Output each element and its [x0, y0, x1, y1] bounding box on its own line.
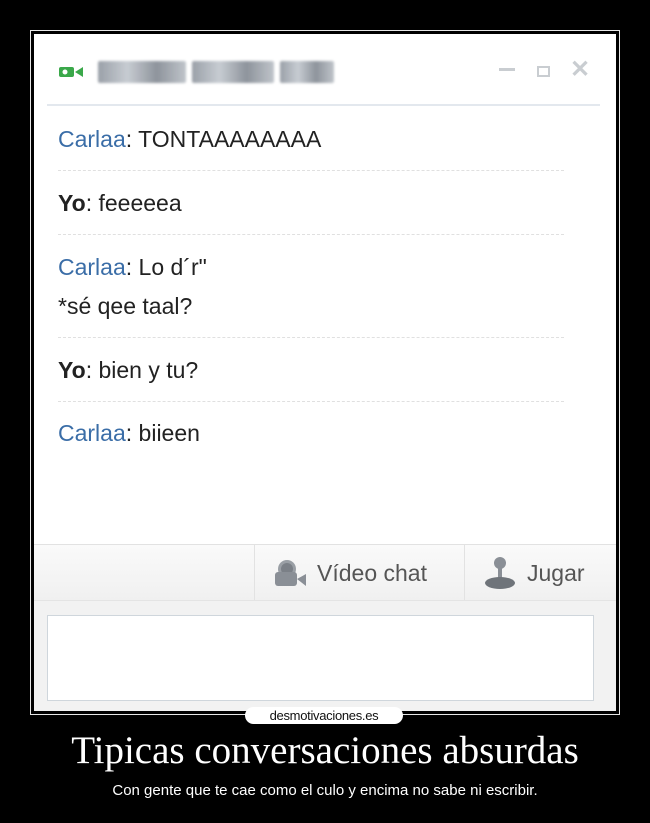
message-divider: [58, 170, 564, 171]
message-divider: [58, 337, 564, 338]
watermark-logo: desmotivaciones.es: [245, 707, 403, 724]
message-sender: Yo: [58, 190, 86, 216]
chat-message: Carlaa: Lo d´r": [58, 254, 207, 281]
message-input[interactable]: [47, 615, 594, 701]
chat-window: ✕ Carlaa: TONTAAAAAAAA Yo: feeeeea Carla…: [34, 34, 616, 711]
video-chat-label: Vídeo chat: [317, 559, 427, 586]
chat-titlebar: ✕: [34, 34, 616, 106]
close-icon[interactable]: ✕: [570, 58, 590, 82]
joystick-icon: [485, 557, 515, 589]
message-text: : Lo d´r": [125, 254, 207, 280]
video-camera-icon: [59, 67, 83, 77]
poster-title: Tipicas conversaciones absurdas: [71, 729, 579, 772]
contact-name-blurred: [98, 59, 334, 85]
chat-message: Yo: bien y tu?: [58, 357, 198, 384]
chat-message: Carlaa: biieen: [58, 420, 200, 447]
titlebar-divider: [47, 104, 600, 106]
chat-message-continuation: *sé qee taal?: [58, 293, 192, 320]
video-chat-button[interactable]: Vídeo chat: [254, 545, 464, 601]
message-sender: Carlaa: [58, 254, 126, 280]
poster-subtitle: Con gente que te cae como el culo y enci…: [112, 782, 538, 799]
chat-message: Carlaa: TONTAAAAAAAA: [58, 126, 321, 153]
compose-area: [34, 600, 616, 711]
play-game-label: Jugar: [527, 559, 585, 586]
maximize-button[interactable]: [537, 66, 550, 77]
video-chat-icon: [275, 560, 306, 586]
message-divider: [58, 401, 564, 402]
chat-message: Yo: feeeeea: [58, 190, 182, 217]
message-text: : biieen: [125, 420, 200, 446]
message-sender: Yo: [58, 357, 86, 383]
message-text: : feeeeea: [85, 190, 182, 216]
message-text: *sé qee taal?: [58, 293, 193, 319]
message-text: : bien y tu?: [85, 357, 199, 383]
chat-toolbar: Vídeo chat Jugar: [34, 544, 616, 601]
message-divider: [58, 234, 564, 235]
message-sender: Carlaa: [58, 126, 126, 152]
message-sender: Carlaa: [58, 420, 126, 446]
play-game-button[interactable]: Jugar: [464, 545, 616, 601]
message-text: : TONTAAAAAAAA: [125, 126, 322, 152]
minimize-button[interactable]: [499, 68, 515, 71]
